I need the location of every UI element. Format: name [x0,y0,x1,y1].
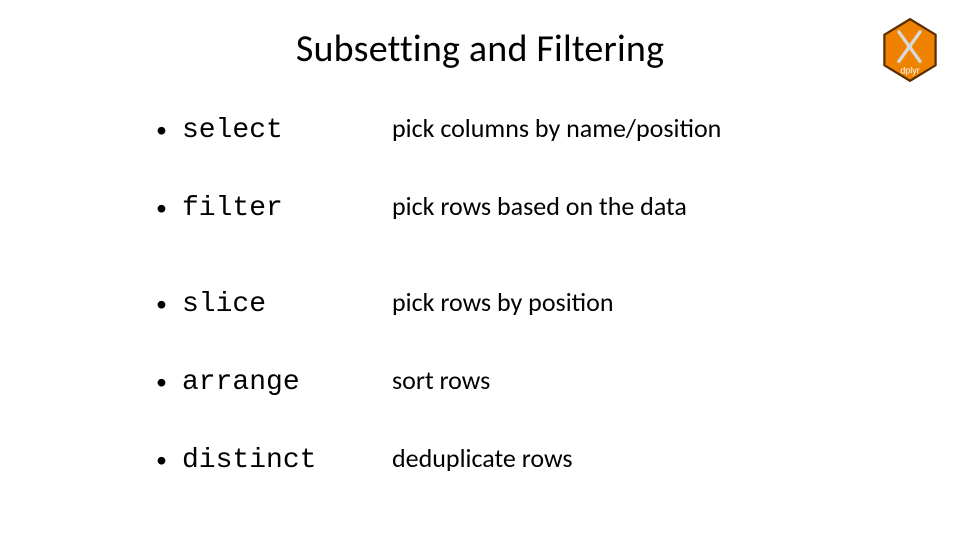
list-item: • slice pick rows by position [156,286,876,320]
dplyr-hex-logo: dplyr [882,18,938,82]
bullet-icon: • [156,119,182,141]
list-item: • arrange sort rows [156,364,876,398]
bullet-icon: • [156,371,182,393]
list-item: • filter pick rows based on the data [156,190,876,224]
slide: Subsetting and Filtering dplyr • select … [0,0,960,540]
function-name: arrange [182,367,392,398]
function-list: • select pick columns by name/position •… [156,112,876,520]
function-name: slice [182,289,392,320]
hex-sticker-icon: dplyr [882,18,938,82]
function-name: filter [182,193,392,224]
bullet-icon: • [156,449,182,471]
list-item: • select pick columns by name/position [156,112,876,146]
bullet-icon: • [156,293,182,315]
list-item: • distinct deduplicate rows [156,442,876,476]
bullet-icon: • [156,197,182,219]
function-description: sort rows [392,364,490,396]
function-description: pick columns by name/position [392,112,721,144]
logo-label: dplyr [900,66,919,76]
slide-title: Subsetting and Filtering [0,26,960,72]
function-description: pick rows by position [392,286,614,318]
function-description: pick rows based on the data [392,190,687,222]
function-name: distinct [182,445,392,476]
function-description: deduplicate rows [392,442,573,474]
function-name: select [182,115,392,146]
